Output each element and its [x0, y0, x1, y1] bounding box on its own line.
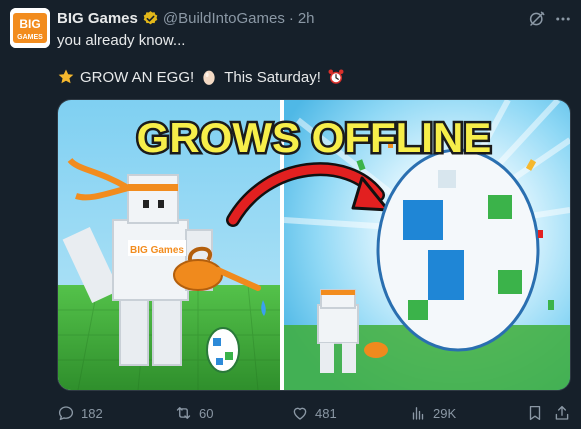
- post-time[interactable]: 2h: [298, 10, 315, 27]
- star-icon: [57, 68, 75, 86]
- separator-dot: ·: [288, 9, 294, 27]
- post-text-line1: you already know...: [57, 32, 186, 49]
- media-title: GROWS OFFLINE: [137, 114, 492, 161]
- grok-icon[interactable]: [528, 10, 546, 33]
- big-egg: [376, 148, 540, 352]
- views-icon: [412, 407, 424, 420]
- share-button[interactable]: [553, 404, 571, 422]
- reply-count: 182: [81, 405, 103, 421]
- svg-text:GAMES: GAMES: [17, 34, 43, 41]
- post[interactable]: BIG GAMES BIG Games @BuildIntoGames · 2h…: [0, 0, 581, 429]
- verified-badge-icon[interactable]: [142, 10, 159, 27]
- like-icon: [293, 407, 307, 420]
- share-icon: [555, 405, 569, 420]
- saturday-text: This Saturday!: [224, 68, 321, 86]
- bookmark-button[interactable]: [526, 404, 544, 422]
- post-image[interactable]: BIG Games GROWS OFFLINE: [57, 99, 571, 391]
- author-handle[interactable]: @BuildIntoGames: [163, 10, 285, 27]
- repost-icon: [176, 407, 191, 419]
- shirt-logo-text: BIG Games: [130, 245, 184, 256]
- avatar-logo-text: BIG: [19, 17, 40, 31]
- like-count: 481: [315, 405, 337, 421]
- post-header: BIG Games @BuildIntoGames · 2h: [57, 8, 315, 28]
- post-text-line2: GROW AN EGG! This Saturday!: [57, 68, 345, 86]
- action-bar: 182 60 481 29K: [57, 404, 569, 424]
- views-count: 29K: [433, 405, 457, 421]
- repost-button[interactable]: 60: [174, 404, 213, 422]
- egg-icon: [200, 68, 218, 86]
- like-button[interactable]: 481: [291, 404, 337, 422]
- views-button[interactable]: 29K: [409, 404, 456, 422]
- alarm-clock-icon: [327, 68, 345, 86]
- avatar[interactable]: BIG GAMES: [10, 8, 50, 48]
- repost-count: 60: [199, 405, 214, 421]
- bookmark-icon: [529, 405, 541, 421]
- grow-egg-text: GROW AN EGG!: [80, 68, 195, 86]
- reply-button[interactable]: 182: [57, 404, 103, 422]
- reply-icon: [58, 406, 74, 421]
- more-icon[interactable]: [554, 10, 572, 33]
- author-name[interactable]: BIG Games: [57, 10, 138, 27]
